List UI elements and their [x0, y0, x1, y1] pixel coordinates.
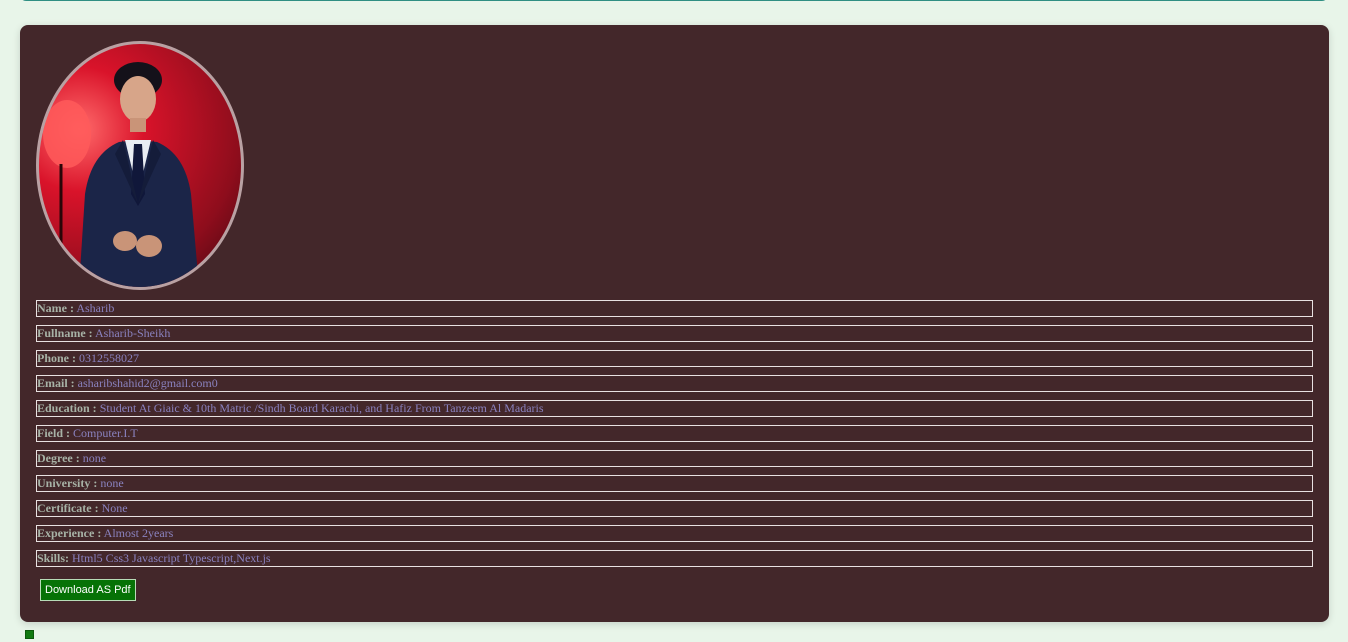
row-fullname: Fullname : Asharib-Sheikh	[36, 325, 1313, 342]
row-label: Skills:	[37, 551, 70, 565]
row-label: University :	[37, 476, 98, 490]
green-square-icon	[25, 630, 34, 639]
row-label: Email :	[37, 376, 75, 390]
row-label: Phone :	[37, 351, 76, 365]
row-phone: Phone : 0312558027	[36, 350, 1313, 367]
profile-details: Name : Asharib Fullname : Asharib-Sheikh…	[36, 300, 1313, 575]
row-value: Student At Giaic & 10th Matric /Sindh Bo…	[99, 401, 544, 415]
row-label: Field :	[37, 426, 70, 440]
row-label: Name :	[37, 301, 74, 315]
row-label: Degree :	[37, 451, 80, 465]
row-certificate: Certificate : None	[36, 500, 1313, 517]
row-label: Fullname :	[37, 326, 93, 340]
row-value: Asharib-Sheikh	[95, 326, 171, 340]
row-value: Asharib	[76, 301, 115, 315]
row-field: Field : Computer.I.T	[36, 425, 1313, 442]
row-value: asharibshahid2@gmail.com0	[77, 376, 218, 390]
row-value: 0312558027	[79, 351, 139, 365]
row-label: Experience :	[37, 526, 102, 540]
row-value: Almost 2years	[103, 526, 174, 540]
row-label: Education :	[37, 401, 97, 415]
row-education: Education : Student At Giaic & 10th Matr…	[36, 400, 1313, 417]
row-value: none	[82, 451, 107, 465]
row-label: Certificate :	[37, 501, 99, 515]
row-value: Computer.I.T	[73, 426, 138, 440]
resume-card: Name : Asharib Fullname : Asharib-Sheikh…	[20, 25, 1329, 622]
row-value: None	[101, 501, 128, 515]
row-name: Name : Asharib	[36, 300, 1313, 317]
row-university: University : none	[36, 475, 1313, 492]
profile-photo	[36, 41, 244, 290]
download-pdf-button[interactable]: Download AS Pdf	[40, 579, 136, 601]
row-value: none	[100, 476, 124, 490]
row-skills: Skills: Html5 Css3 Javascript Typescript…	[36, 550, 1313, 567]
row-email: Email : asharibshahid2@gmail.com0	[36, 375, 1313, 392]
top-card-edge	[20, 0, 1328, 1]
row-value: Html5 Css3 Javascript Typescript,Next.js	[72, 551, 271, 565]
row-degree: Degree : none	[36, 450, 1313, 467]
row-experience: Experience : Almost 2years	[36, 525, 1313, 542]
